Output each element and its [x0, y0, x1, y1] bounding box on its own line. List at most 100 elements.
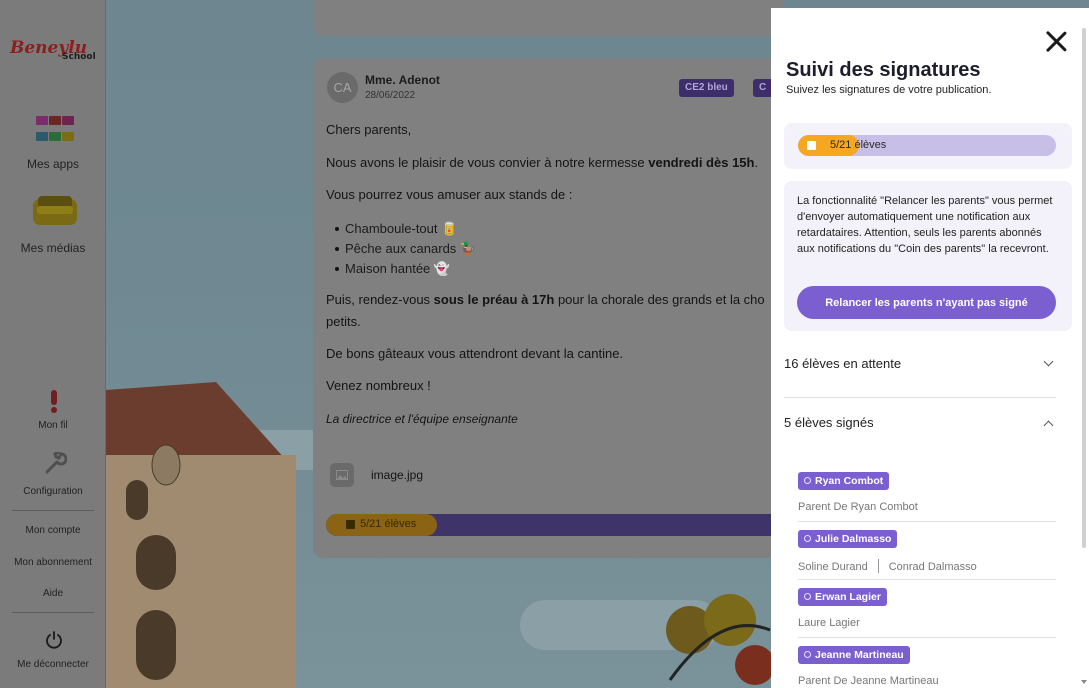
- sidebar-item-label: Mes médias: [20, 241, 86, 255]
- sidebar-item-label: Aide: [42, 588, 63, 599]
- row-divider: [798, 637, 1056, 638]
- post-text-bold: vendredi dès 15h: [648, 155, 755, 170]
- apps-tile: [36, 131, 48, 141]
- exclamation-icon[interactable]: [49, 390, 59, 414]
- post-text: pour la chorale des grands et la cho: [554, 292, 765, 307]
- remind-parents-button[interactable]: Relancer les parents n'ayant pas signé: [797, 286, 1056, 319]
- student-name: Erwan Lagier: [815, 591, 881, 603]
- progress-box: 5/21 élèves: [784, 123, 1072, 169]
- media-tray-icon[interactable]: [32, 194, 78, 226]
- sidebar-divider: [12, 510, 94, 511]
- post-paragraph: Venez nombreux !: [326, 378, 431, 393]
- avatar: CA: [327, 72, 358, 103]
- panel-scrollbar[interactable]: [1082, 28, 1086, 548]
- post-paragraph: Nous avons le plaisir de vous convier à …: [326, 155, 758, 170]
- sidebar-item-mes-medias[interactable]: Mes médias: [0, 241, 106, 255]
- previous-post-card: [313, 0, 783, 36]
- student-chip: Julie Dalmasso: [798, 530, 898, 548]
- pending-students-toggle[interactable]: 16 élèves en attente: [784, 356, 1056, 376]
- parent-separator: [877, 559, 879, 573]
- user-icon: [804, 535, 811, 542]
- post-paragraph: petits.: [326, 314, 361, 329]
- progress-label: 5/21 élèves: [360, 518, 417, 530]
- user-icon: [804, 477, 811, 484]
- student-name: Ryan Combot: [815, 475, 884, 487]
- user-icon: [804, 651, 811, 658]
- signatures-panel: Suivi des signatures Suivez les signatur…: [771, 8, 1089, 688]
- student-chip: Jeanne Martineau: [798, 646, 910, 664]
- reminder-info: La fonctionnalité "Relancer les parents"…: [797, 195, 1053, 255]
- apps-tile: [49, 116, 61, 125]
- chevron-down-icon: [1043, 356, 1054, 367]
- parent-name: Parent De Jeanne Martineau: [798, 675, 939, 687]
- parent-name: Laure Lagier: [798, 617, 860, 629]
- post-date: 28/06/2022: [365, 90, 416, 101]
- signature-progress-bar: 5/21 élèves: [798, 135, 1056, 156]
- class-tag: CE2 bleu: [679, 79, 734, 97]
- student-name: Julie Dalmasso: [815, 533, 892, 545]
- apps-tile: [62, 116, 74, 125]
- post-card: CA Mme. Adenot 28/06/2022 CE2 bleu C Che…: [313, 58, 783, 558]
- sidebar-item-configuration[interactable]: Configuration: [0, 486, 106, 497]
- signed-label: 5 élèves signés: [784, 415, 874, 430]
- post-paragraph: De bons gâteaux vous attendront devant l…: [326, 346, 624, 361]
- parent-name: Soline Durand: [798, 561, 868, 573]
- list-item: Chamboule-tout 🥫: [334, 219, 476, 239]
- post-text: Nous avons le plaisir de vous convier à …: [326, 155, 649, 170]
- apps-tile: [62, 131, 74, 141]
- stands-list: Chamboule-tout 🥫 Pêche aux canards 🦆 Mai…: [334, 219, 476, 279]
- student-chip: Ryan Combot: [798, 472, 890, 490]
- sidebar-divider: [12, 612, 94, 613]
- sidebar-item-label: Mon abonnement: [14, 557, 92, 568]
- post-author: Mme. Adenot: [365, 73, 440, 87]
- power-icon[interactable]: [45, 631, 63, 649]
- sidebar-item-mes-apps[interactable]: Mes apps: [0, 157, 106, 171]
- close-icon[interactable]: [1045, 30, 1067, 52]
- app-logo[interactable]: Beneylu School: [10, 38, 102, 72]
- signature-progress-bar[interactable]: 5/21 élèves: [326, 514, 783, 536]
- list-item: Pêche aux canards 🦆: [334, 239, 476, 259]
- wrench-icon[interactable]: [43, 452, 67, 476]
- post-paragraph: Vous pourrez vous amuser aux stands de :: [326, 187, 573, 202]
- sidebar-item-mon-compte[interactable]: Mon compte: [0, 525, 106, 536]
- post-paragraph: Puis, rendez-vous sous le préau à 17h po…: [326, 292, 765, 307]
- post-text: Puis, rendez-vous: [326, 292, 434, 307]
- signature-icon: [807, 141, 816, 150]
- progress-label: 5/21 élèves: [830, 139, 887, 151]
- sidebar-item-mon-abonnement[interactable]: Mon abonnement: [0, 557, 106, 568]
- signature-icon: [346, 520, 355, 529]
- apps-grid-icon[interactable]: [36, 116, 74, 146]
- parent-name: Parent De Ryan Combot: [798, 501, 918, 513]
- post-signature: La directrice et l'équipe enseignante: [326, 412, 518, 426]
- scroll-down-arrow[interactable]: [1081, 680, 1087, 684]
- row-divider: [798, 521, 1056, 522]
- sidebar-item-label: Mes apps: [26, 157, 80, 171]
- parent-names: Soline Durand Conrad Dalmasso: [798, 559, 977, 573]
- user-icon: [804, 593, 811, 600]
- post-greeting: Chers parents,: [326, 122, 412, 137]
- chevron-up-icon: [1043, 420, 1054, 431]
- parent-name: Conrad Dalmasso: [888, 561, 977, 573]
- sidebar-item-label: Configuration: [23, 486, 83, 497]
- post-text-bold: sous le préau à 17h: [433, 292, 555, 307]
- signed-students-toggle[interactable]: 5 élèves signés: [784, 415, 1056, 435]
- sidebar-item-label: Mon fil: [38, 420, 68, 431]
- apps-tile: [49, 131, 61, 141]
- sidebar-item-aide[interactable]: Aide: [0, 588, 106, 599]
- sidebar: Beneylu School Mes apps Mes médias Mon f…: [0, 0, 106, 688]
- row-divider: [798, 579, 1056, 580]
- sidebar-item-label: Mon compte: [25, 525, 81, 536]
- sidebar-item-me-deconnecter[interactable]: Me déconnecter: [0, 659, 106, 670]
- attachment-name[interactable]: image.jpg: [371, 468, 423, 482]
- student-name: Jeanne Martineau: [815, 649, 904, 661]
- section-divider: [784, 397, 1056, 398]
- logo-subtext: School: [62, 52, 96, 62]
- sidebar-item-label: Me déconnecter: [17, 659, 89, 670]
- student-chip: Erwan Lagier: [798, 588, 887, 606]
- list-item: Maison hantée 👻: [334, 259, 476, 279]
- sidebar-item-mon-fil[interactable]: Mon fil: [0, 420, 106, 431]
- post-text: .: [754, 155, 759, 170]
- apps-tile: [36, 116, 48, 125]
- pending-label: 16 élèves en attente: [784, 356, 902, 371]
- image-file-icon[interactable]: [330, 463, 354, 487]
